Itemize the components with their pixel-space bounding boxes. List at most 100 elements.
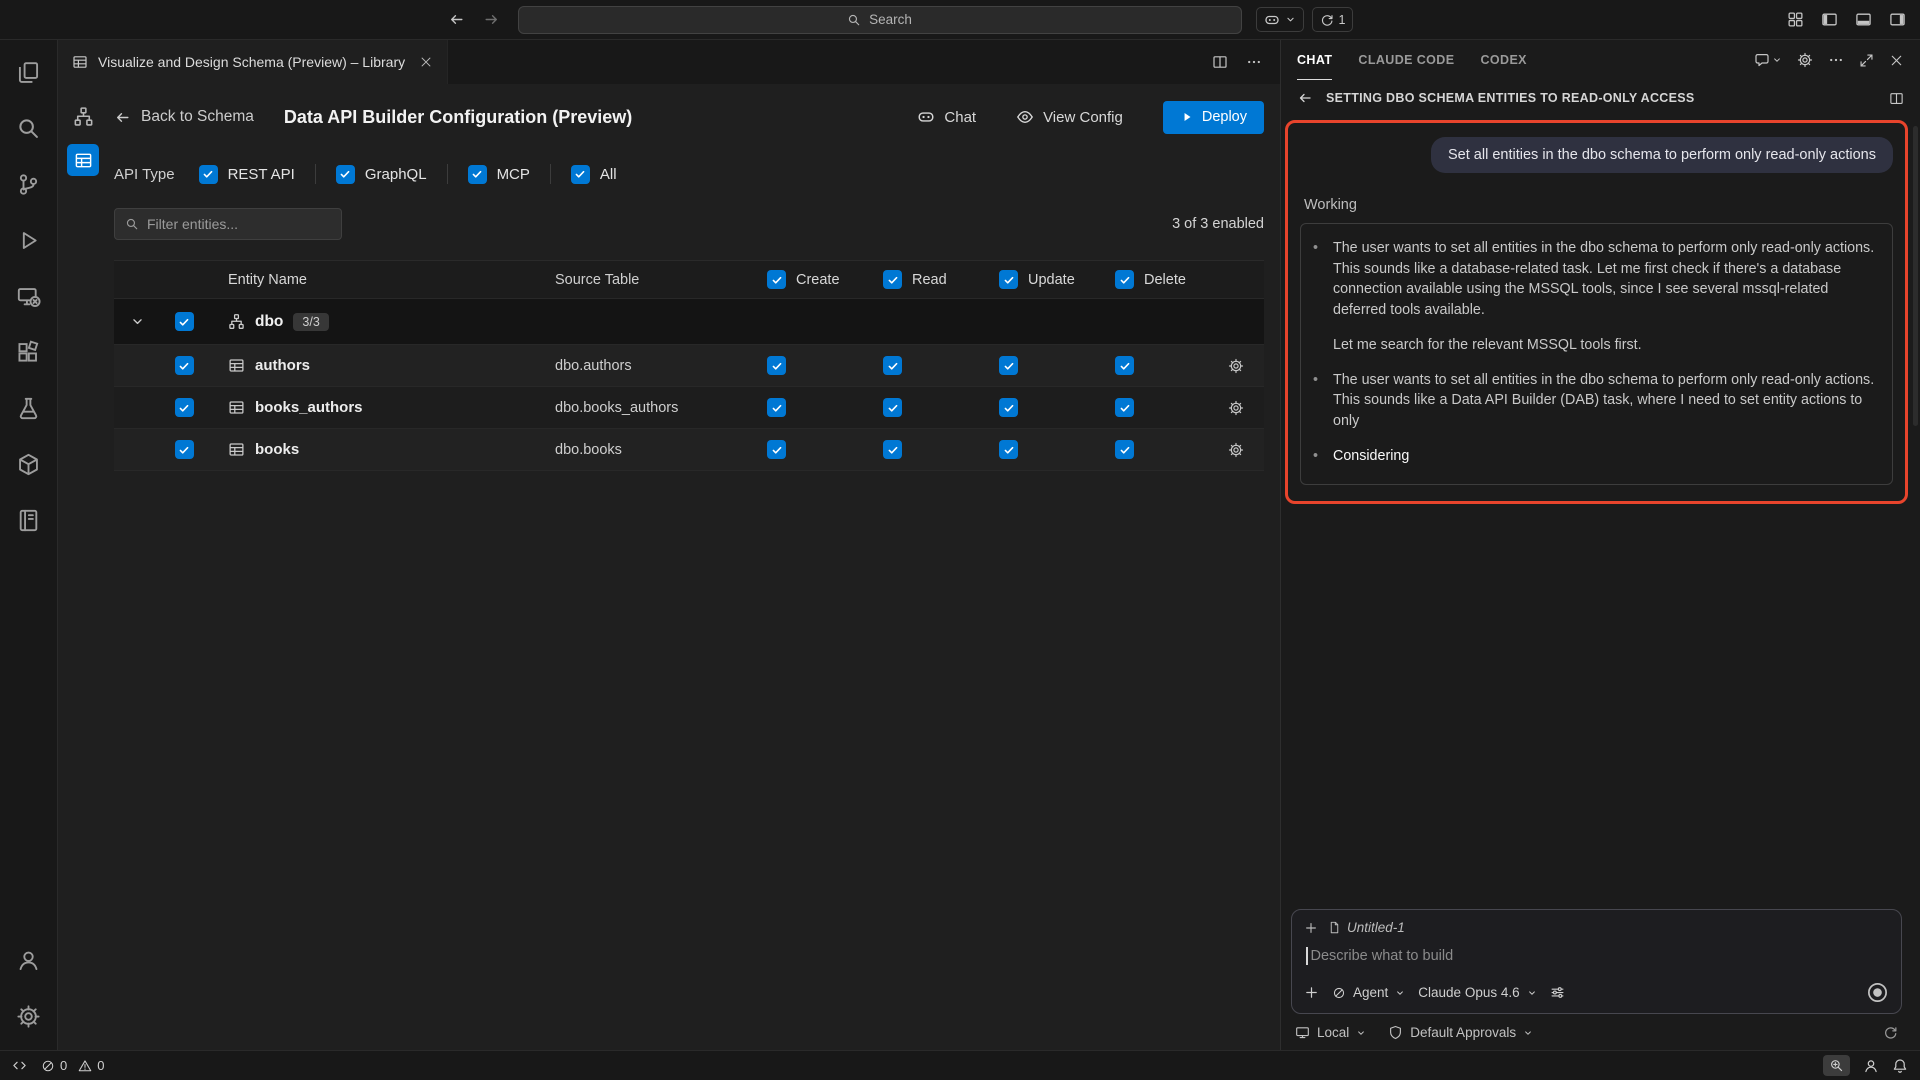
chat-scrollbar[interactable] (1913, 126, 1918, 426)
checkbox-entity[interactable] (175, 398, 194, 417)
api-option-all[interactable]: All (571, 165, 617, 184)
open-session-editor-icon[interactable] (1889, 91, 1904, 106)
send-voice-button[interactable] (1866, 981, 1889, 1004)
tab-codex[interactable]: CODEX (1480, 40, 1526, 80)
tab-visualize-design-schema[interactable]: Visualize and Design Schema (Preview) – … (58, 40, 448, 84)
checkbox-entity[interactable] (175, 356, 194, 375)
back-arrow-icon[interactable] (448, 11, 465, 28)
title-bar: Search 1 (0, 0, 1920, 40)
split-editor-icon[interactable] (1212, 54, 1228, 70)
api-option-rest[interactable]: REST API (199, 165, 295, 184)
checkbox-entity[interactable] (175, 440, 194, 459)
checkbox-update-all[interactable] (999, 270, 1018, 289)
activity-source-control[interactable] (0, 156, 58, 212)
table-row[interactable]: books dbo.books (114, 429, 1264, 471)
schema-group-row[interactable]: dbo 3/3 (114, 299, 1264, 345)
checkbox-delete[interactable] (1115, 356, 1134, 375)
forward-arrow-icon[interactable] (483, 11, 500, 28)
toggle-sidebar-right-icon[interactable] (1889, 11, 1906, 28)
add-context-icon[interactable] (1304, 921, 1318, 935)
remote-indicator[interactable] (12, 1058, 27, 1073)
checkbox-mcp[interactable] (468, 165, 487, 184)
customize-layout-icon[interactable] (1787, 11, 1804, 28)
maximize-panel-icon[interactable] (1859, 53, 1874, 68)
model-picker[interactable]: Claude Opus 4.6 (1418, 985, 1536, 1000)
activity-sql-projects[interactable] (0, 492, 58, 548)
source-control-icon (16, 172, 41, 197)
checkbox-graphql[interactable] (336, 165, 355, 184)
checkbox-read-all[interactable] (883, 270, 902, 289)
attach-icon[interactable] (1304, 985, 1319, 1000)
filter-entities-input[interactable] (147, 216, 331, 232)
close-tab-icon[interactable] (419, 55, 433, 69)
checkbox-create[interactable] (767, 356, 786, 375)
activity-extensions[interactable] (0, 324, 58, 380)
schema-view-button[interactable] (67, 100, 99, 132)
problems-indicator[interactable]: 0 0 (41, 1058, 104, 1073)
toggle-panel-icon[interactable] (1855, 11, 1872, 28)
filter-entities-field[interactable] (114, 208, 342, 240)
checkbox-delete-all[interactable] (1115, 270, 1134, 289)
table-row[interactable]: books_authors dbo.books_authors (114, 387, 1264, 429)
entity-settings-gear-icon[interactable] (1228, 400, 1244, 416)
tab-chat[interactable]: CHAT (1297, 40, 1332, 80)
session-refresh-button[interactable] (1883, 1025, 1898, 1040)
approvals-picker[interactable]: Default Approvals (1388, 1025, 1533, 1040)
activity-testing[interactable] (0, 380, 58, 436)
session-back-icon[interactable] (1297, 90, 1313, 106)
column-source-table: Source Table (528, 272, 743, 288)
api-option-mcp[interactable]: MCP (468, 165, 530, 184)
prompt-input-row[interactable]: Describe what to build (1306, 947, 1889, 965)
chat-more-icon[interactable] (1828, 52, 1844, 68)
activity-remote-explorer[interactable] (0, 268, 58, 324)
checkbox-update[interactable] (999, 398, 1018, 417)
back-to-schema-link[interactable]: Back to Schema (114, 108, 254, 126)
table-row[interactable]: authors dbo.authors (114, 345, 1264, 387)
tab-claude-code[interactable]: CLAUDE CODE (1358, 40, 1454, 80)
chat-button[interactable]: Chat (917, 108, 976, 126)
toggle-sidebar-left-icon[interactable] (1821, 11, 1838, 28)
entity-settings-gear-icon[interactable] (1228, 442, 1244, 458)
checkbox-update[interactable] (999, 356, 1018, 375)
copilot-menu-button[interactable] (1256, 7, 1304, 32)
checkbox-all[interactable] (571, 165, 590, 184)
api-config-view-button[interactable] (67, 144, 99, 176)
activity-run-debug[interactable] (0, 212, 58, 268)
more-actions-icon[interactable] (1246, 54, 1262, 70)
chat-settings-gear-icon[interactable] (1797, 52, 1813, 68)
api-option-graphql[interactable]: GraphQL (336, 165, 427, 184)
view-config-button[interactable]: View Config (1016, 108, 1123, 126)
checkbox-delete[interactable] (1115, 440, 1134, 459)
checkbox-read[interactable] (883, 398, 902, 417)
command-center-search[interactable]: Search (518, 6, 1242, 34)
chat-input-box[interactable]: Untitled-1 Describe what to build Agent (1291, 909, 1902, 1014)
accounts-status-button[interactable] (1863, 1058, 1879, 1074)
activity-accounts[interactable] (0, 932, 58, 988)
checkbox-dbo-schema[interactable] (175, 312, 194, 331)
zoom-status-button[interactable] (1823, 1055, 1850, 1076)
activity-explorer[interactable] (0, 44, 58, 100)
notifications-button[interactable] (1892, 1058, 1908, 1074)
activity-database-projects[interactable] (0, 436, 58, 492)
chevron-down-icon[interactable] (130, 314, 145, 329)
checkbox-rest-api[interactable] (199, 165, 218, 184)
checkbox-delete[interactable] (1115, 398, 1134, 417)
activity-settings[interactable] (0, 988, 58, 1044)
mode-picker[interactable]: Agent (1332, 985, 1405, 1000)
checkbox-update[interactable] (999, 440, 1018, 459)
entity-settings-gear-icon[interactable] (1228, 358, 1244, 374)
checkbox-create[interactable] (767, 398, 786, 417)
environment-picker[interactable]: Local (1295, 1025, 1366, 1040)
close-panel-icon[interactable] (1889, 53, 1904, 68)
tools-sliders-icon[interactable] (1550, 985, 1565, 1000)
column-update: Update (975, 270, 1091, 289)
sync-status-button[interactable]: 1 (1312, 7, 1354, 32)
new-chat-button[interactable] (1754, 52, 1782, 68)
checkbox-read[interactable] (883, 356, 902, 375)
checkbox-create[interactable] (767, 440, 786, 459)
deploy-button[interactable]: Deploy (1163, 101, 1264, 134)
context-file-chip[interactable]: Untitled-1 (1328, 920, 1405, 935)
checkbox-create-all[interactable] (767, 270, 786, 289)
activity-search[interactable] (0, 100, 58, 156)
checkbox-read[interactable] (883, 440, 902, 459)
